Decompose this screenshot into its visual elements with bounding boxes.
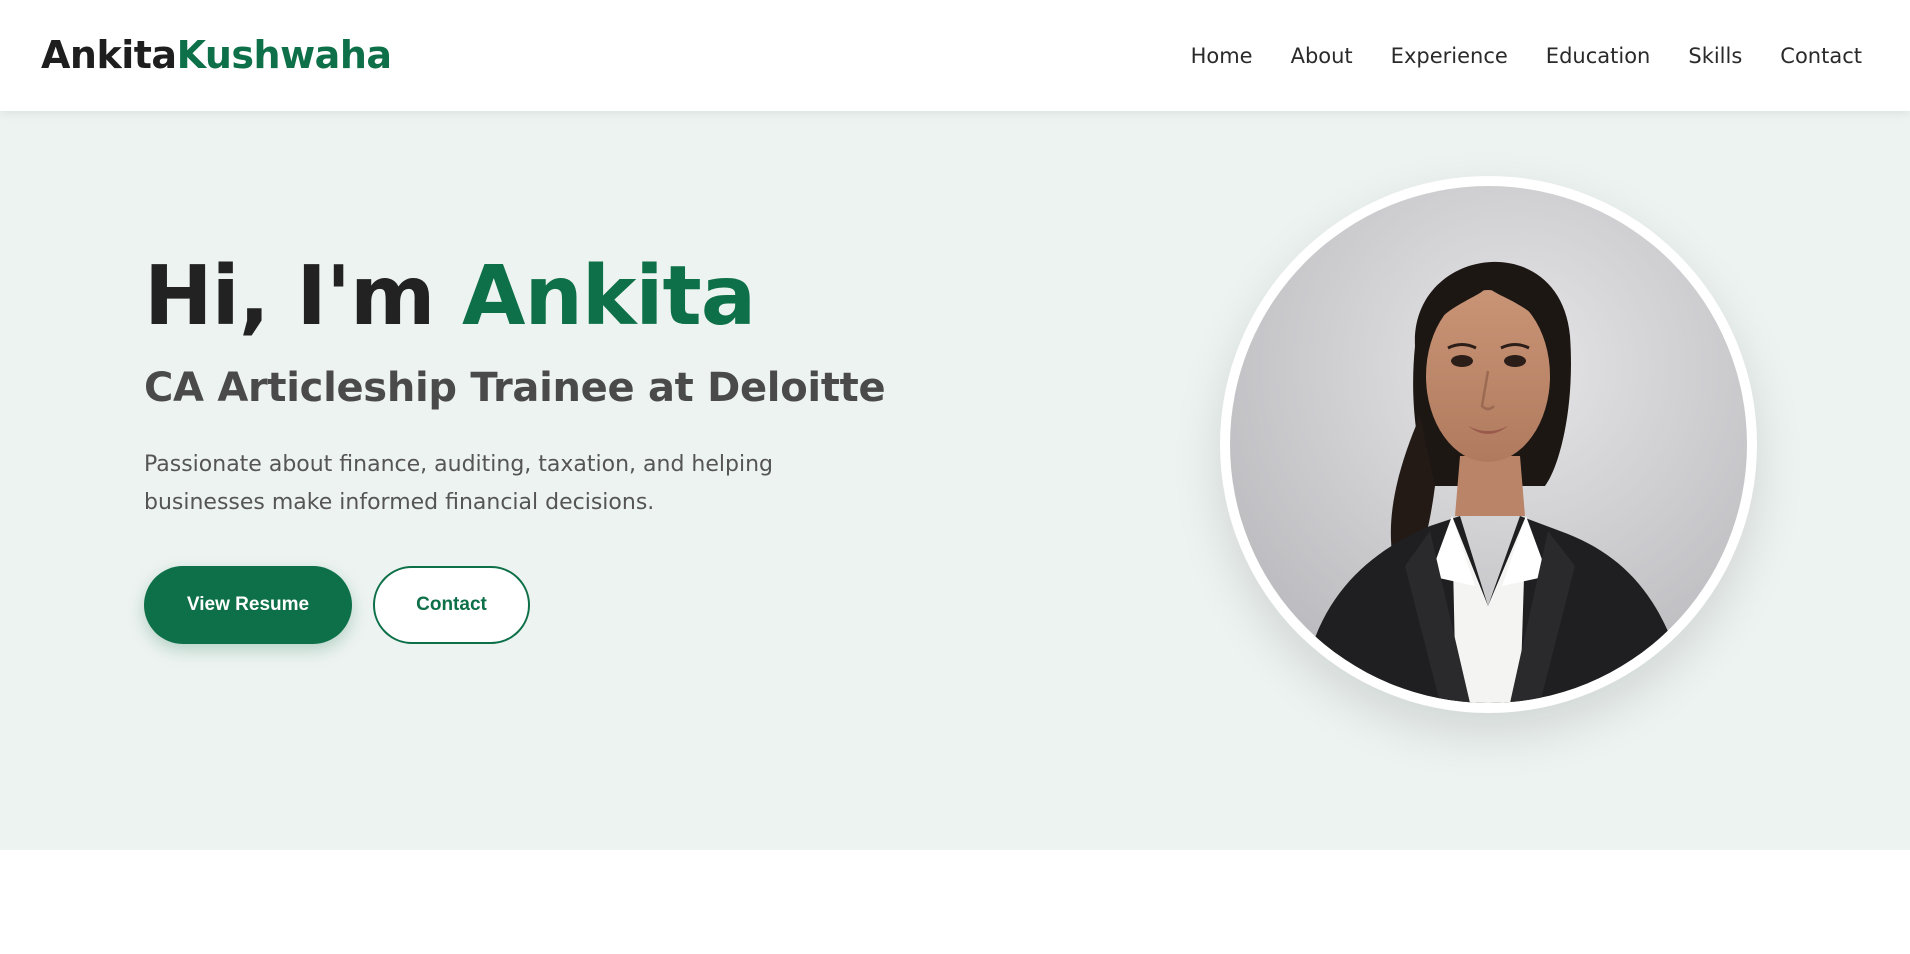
view-resume-button[interactable]: View Resume — [144, 566, 352, 644]
profile-photo-image — [1230, 186, 1747, 703]
hero-name: Ankita — [462, 249, 756, 344]
nav-contact-link[interactable]: Contact — [1780, 42, 1862, 70]
main-nav: Home About Experience Education Skills C… — [1191, 42, 1862, 70]
nav-skills-link[interactable]: Skills — [1688, 42, 1742, 70]
nav-about-link[interactable]: About — [1291, 42, 1353, 70]
logo-last-name: Kushwaha — [176, 33, 392, 77]
hero-title: Hi, I'm Ankita — [144, 247, 756, 347]
profile-photo — [1230, 186, 1747, 703]
site-logo[interactable]: AnkitaKushwaha — [41, 32, 392, 78]
contact-button[interactable]: Contact — [373, 566, 530, 644]
hero-subtitle: CA Articleship Trainee at Deloitte — [144, 365, 886, 411]
hero-greeting: Hi, I'm — [144, 249, 463, 344]
hero-section: Hi, I'm Ankita CA Articleship Trainee at… — [0, 111, 1910, 850]
hero-description: Passionate about finance, auditing, taxa… — [144, 452, 773, 515]
nav-home-link[interactable]: Home — [1191, 42, 1253, 70]
profile-photo-frame — [1220, 176, 1757, 713]
nav-experience-link[interactable]: Experience — [1391, 42, 1508, 70]
top-navbar: AnkitaKushwaha Home About Experience Edu… — [0, 0, 1910, 111]
nav-education-link[interactable]: Education — [1546, 42, 1651, 70]
logo-first-name: Ankita — [41, 33, 177, 77]
